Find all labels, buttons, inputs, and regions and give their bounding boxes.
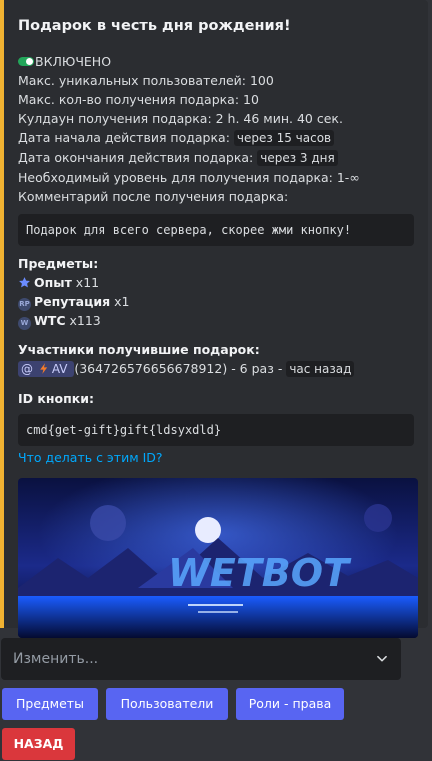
toggle-on-icon [18,57,34,66]
end-date-line: Дата окончания действия подарка: через 3… [18,148,414,168]
end-date-value: через 3 дня [257,150,338,166]
button-id-block: cmd{get-gift}gift{ldsyxdld} [18,414,414,446]
item-row: W WTC x113 [18,311,414,330]
edit-select-placeholder: Изменить... [13,651,99,667]
wtc-coin-icon: W [18,317,31,330]
cooldown-line: Кулдаун получения подарка: 2 h. 46 мин. … [18,111,343,126]
item-qty: x113 [69,313,101,328]
edit-select[interactable]: Изменить... [1,638,401,680]
participant-time: час назад [286,361,355,377]
comment-label: Комментарий после получения подарка: [18,189,289,204]
end-date-label: Дата окончания действия подарка: [18,150,254,165]
item-name: WTC [34,313,66,328]
participants-title: Участники получившие подарок: [18,342,260,357]
star-icon [19,277,30,288]
status-text: ВКЛЮЧЕНО [35,54,112,69]
participant-row: @ AV (364726576656678912) - 6 раз - час … [18,359,414,379]
chevron-down-icon [377,655,387,662]
help-link[interactable]: Что делать с этим ID? [18,448,414,467]
item-row: Опыт x11 [18,273,414,292]
lightning-icon [39,363,48,374]
max-users-line: Макс. уникальных пользователей: 100 [18,73,274,88]
items-title: Предметы: [18,256,99,271]
item-name: Опыт [34,275,72,290]
participant-mention[interactable]: @ AV [18,361,75,377]
comment-block: Подарок для всего сервера, скорее жми кн… [18,214,414,246]
item-row: RP Репутация x1 [18,292,414,311]
at-sign: @ [21,362,33,376]
embed-title: Подарок в честь дня рождения! [18,18,291,34]
gift-embed: Подарок в честь дня рождения! ВКЛЮЧЕНО М… [0,0,428,638]
svg-text:WETBOT: WETBOT [168,551,352,595]
button-id-title: ID кнопки: [18,391,94,406]
users-button[interactable]: Пользователи [106,688,228,720]
status-line: ВКЛЮЧЕНО [18,52,414,71]
back-button[interactable]: НАЗАД [2,728,75,760]
start-date-line: Дата начала действия подарка: через 15 ч… [18,128,414,148]
items-button[interactable]: Предметы [2,688,98,720]
rp-icon: RP [18,298,31,311]
participant-id: (364726576656678912) - 6 раз - [74,361,283,376]
banner-graphic: WETBOT [18,478,418,638]
level-line: Необходимый уровень для получения подарк… [18,170,360,185]
start-date-label: Дата начала действия подарка: [18,130,230,145]
item-name: Репутация [34,294,111,309]
roles-button[interactable]: Роли - права [236,688,344,720]
item-qty: x1 [114,294,130,309]
wetbot-banner-image: WETBOT [18,478,418,638]
start-date-value: через 15 часов [233,130,335,146]
participant-name: AV [51,362,68,376]
item-qty: x11 [75,275,100,290]
max-claims-line: Макс. кол-во получения подарка: 10 [18,92,259,107]
